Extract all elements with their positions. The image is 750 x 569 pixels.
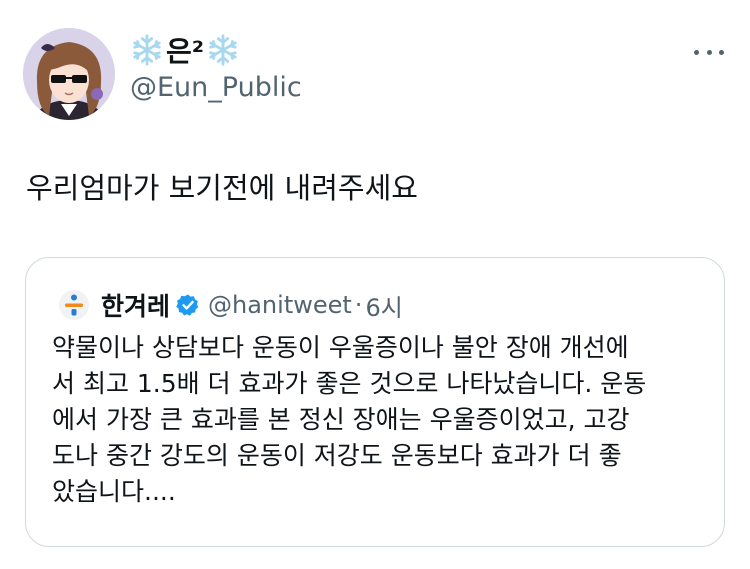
avatar[interactable] (23, 28, 115, 120)
more-horizontal-icon (719, 49, 724, 55)
anime-avatar-icon (23, 28, 115, 120)
more-options-button[interactable] (694, 42, 724, 62)
quoted-tweet-text: 약물이나 상담보다 운동이 우울증이나 불안 장애 개선에 서 최고 1.5배 … (52, 333, 647, 506)
display-name[interactable]: 은² (130, 32, 240, 68)
logo-mark (65, 294, 83, 316)
verified-badge-icon (176, 294, 199, 316)
separator-dot: · (354, 291, 363, 319)
snowflake-icon (133, 34, 161, 66)
quoted-timestamp[interactable]: 6시 (365, 288, 402, 323)
quoted-handle[interactable]: @hanitweet (208, 291, 352, 319)
hankyoreh-logo-icon[interactable] (59, 290, 89, 320)
tweet-text: 우리엄마가 보기전에 내려주세요 (26, 171, 418, 205)
quoted-display-name[interactable]: 한겨레 (101, 287, 170, 323)
more-horizontal-icon (706, 49, 712, 55)
snowflake-icon (209, 34, 237, 66)
display-name-text: 은² (166, 35, 205, 68)
user-handle[interactable]: @Eun_Public (130, 72, 302, 103)
more-horizontal-icon (694, 49, 699, 55)
quoted-tweet-card[interactable]: 한겨레 @hanitweet · 6시 약물이나 상담보다 운동이 우울증이나 … (25, 257, 725, 547)
quoted-tweet-header: 한겨레 @hanitweet · 6시 (59, 285, 403, 325)
